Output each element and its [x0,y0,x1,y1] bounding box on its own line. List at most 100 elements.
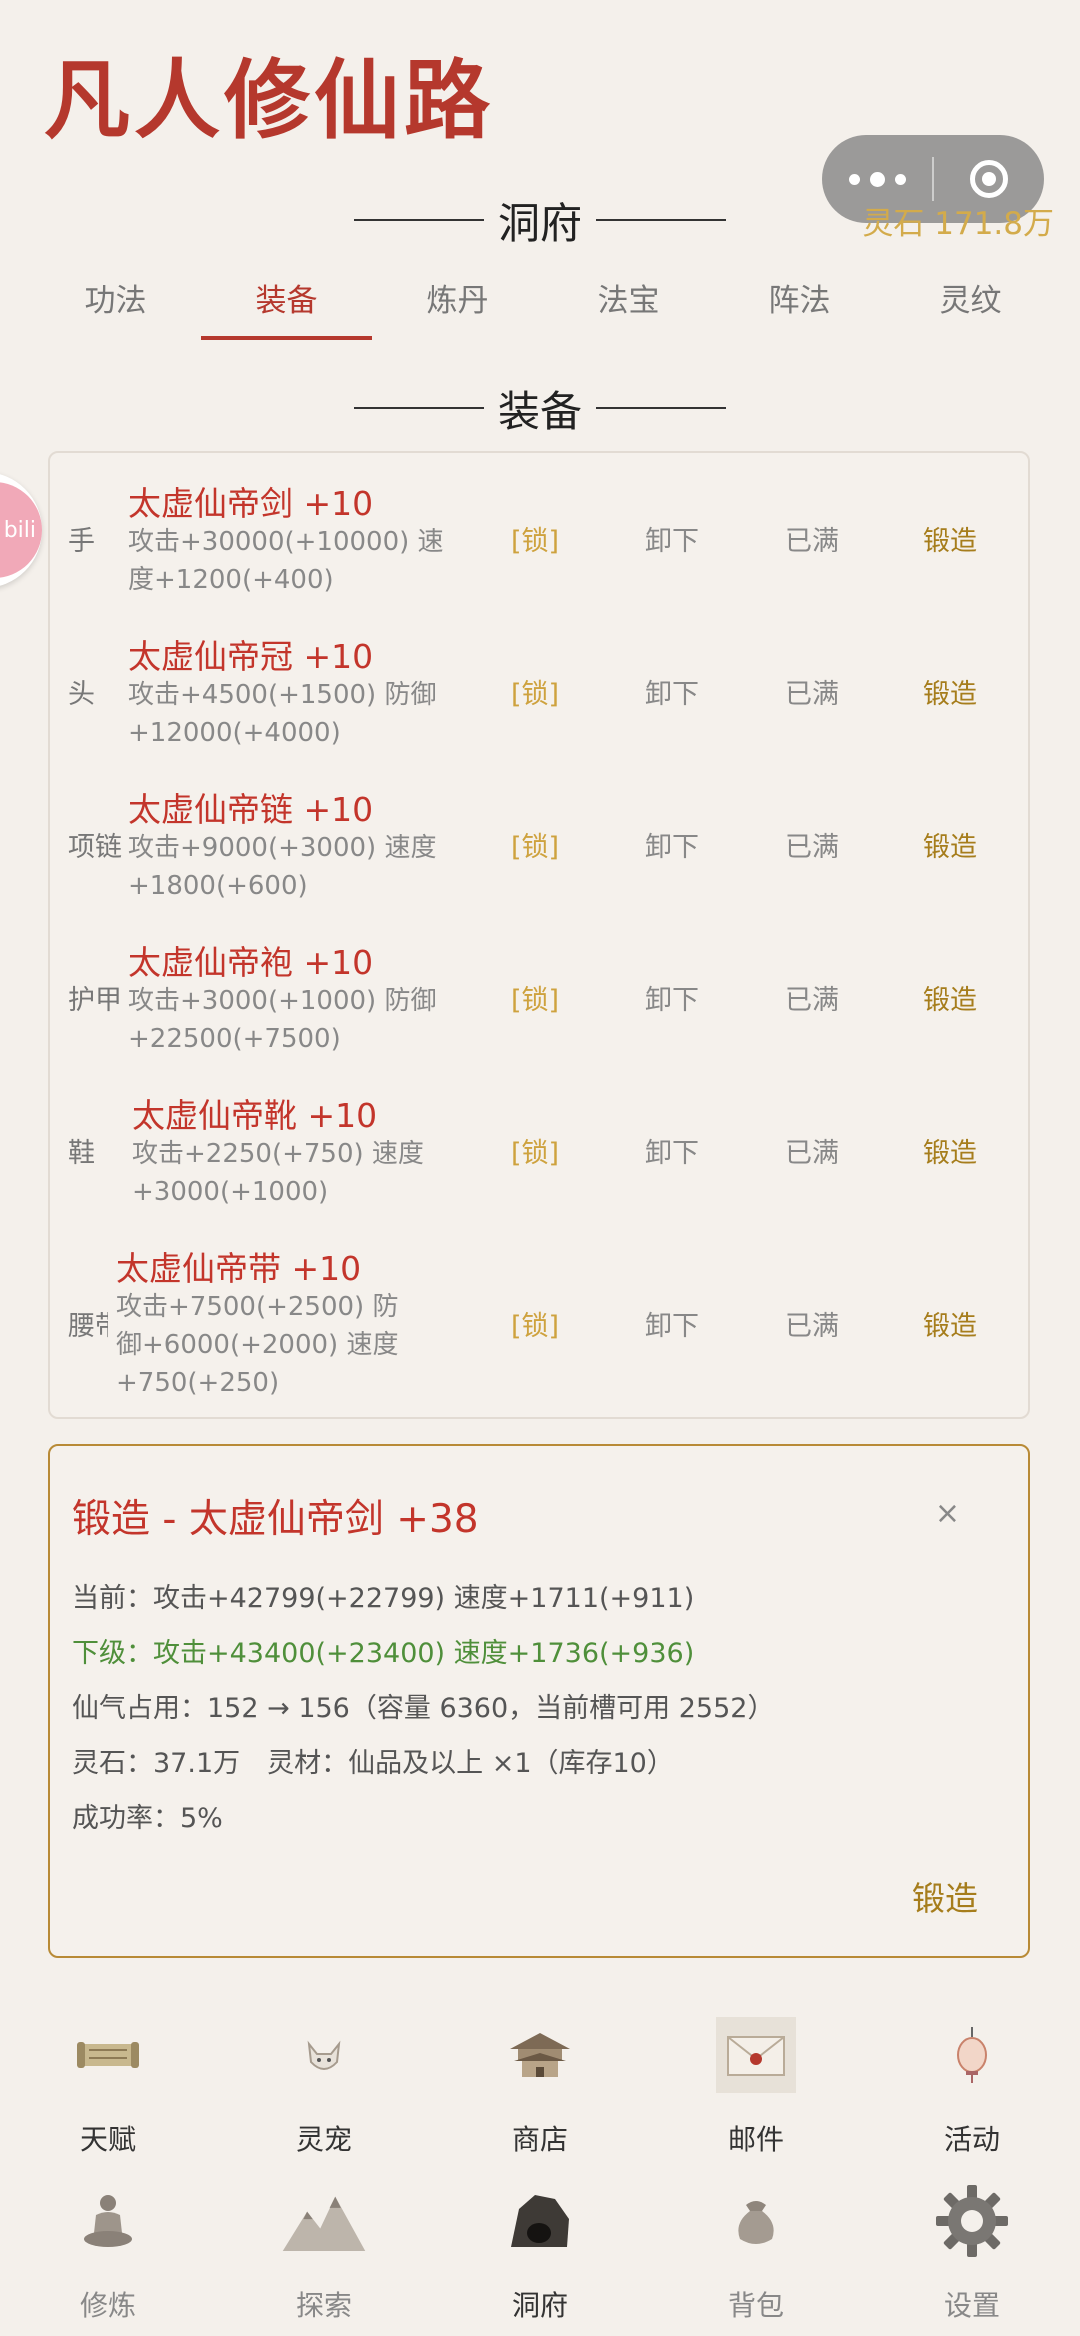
max-status: 已满 [785,679,839,710]
slot-label: 项链 [68,832,122,863]
item-stats: 攻击+3000(+1000) 防御+22500(+7500) [128,986,437,1054]
unequip-button[interactable]: 卸下 [617,672,727,711]
item-name: 太虚仙帝袍 +10 [128,943,374,982]
nav-settings[interactable]: 设置 [864,2176,1080,2336]
nav-row-bottom: 修炼 探索 洞府 背包 设置 [0,2176,1080,2336]
forge-dialog: 锻造 - 太虚仙帝剑 +38 × 当前：攻击+42799(+22799) 速度+… [48,1444,1030,1958]
lock-button[interactable]: [锁] [480,825,590,864]
item-name: 太虚仙帝冠 +10 [128,637,374,676]
equipment-heading-text: 装备 [497,386,582,436]
lock-button[interactable]: [锁] [480,672,590,711]
unequip-button[interactable]: 卸下 [617,825,727,864]
item-stats: 攻击+30000(+10000) 速度+1200(+400) [128,527,444,595]
nav-pet[interactable]: 灵宠 [216,2010,432,2170]
equipment-row: 头 太虚仙帝冠 +10 攻击+4500(+1500) 防御+12000(+400… [50,606,1032,759]
forge-current-stats: 当前：攻击+42799(+22799) 速度+1711(+911) [72,1583,695,1614]
lock-button[interactable]: [锁] [480,1304,590,1343]
nav-explore-label: 探索 [295,2289,352,2322]
nav-talent[interactable]: 天赋 [0,2010,216,2170]
slot-label: 手 [68,526,95,557]
cave-icon [495,2176,585,2266]
nav-bag-label: 背包 [727,2289,784,2322]
nav-explore[interactable]: 探索 [216,2176,432,2336]
nav-cultivate-label: 修炼 [79,2289,136,2322]
forge-cost: 灵石：37.1万 灵材：仙品及以上 ×1（库存10） [72,1748,674,1779]
nav-row-top: 天赋 灵宠 商店 邮件 活动 [0,2010,1080,2170]
forge-button[interactable]: 锻造 [895,825,1005,864]
nav-talent-label: 天赋 [79,2123,136,2156]
lock-button[interactable]: [锁] [480,519,590,558]
close-icon[interactable]: × [935,1496,960,1531]
forge-confirm-button[interactable]: 锻造 [912,1872,978,1920]
nav-bag[interactable]: 背包 [648,2176,864,2336]
forge-button[interactable]: 锻造 [895,1304,1005,1343]
forge-button[interactable]: 锻造 [895,1131,1005,1170]
item-name: 太虚仙帝带 +10 [116,1249,362,1288]
max-status: 已满 [785,526,839,557]
equipment-row: 项链 太虚仙帝链 +10 攻击+9000(+3000) 速度+1800(+600… [50,759,1032,912]
badge-text: bili [0,482,42,578]
max-status: 已满 [785,985,839,1016]
meditation-icon [63,2176,153,2266]
nav-mail[interactable]: 邮件 [648,2010,864,2170]
nav-settings-label: 设置 [943,2289,1000,2322]
tab-equipment[interactable]: 装备 [201,270,372,342]
cave-heading-text: 洞府 [497,198,582,248]
equipment-row: 腰带 太虚仙帝带 +10 攻击+7500(+2500) 防御+6000(+200… [50,1218,1032,1418]
slot-label: 鞋 [68,1138,95,1169]
forge-button[interactable]: 锻造 [895,672,1005,711]
nav-pet-label: 灵宠 [295,2123,352,2156]
tab-treasure[interactable]: 法宝 [543,270,714,342]
slot-label: 头 [68,679,95,710]
forge-title: 锻造 - 太虚仙帝剑 +38 [72,1497,479,1542]
slot-label: 护甲 [68,985,122,1016]
lock-button[interactable]: [锁] [480,978,590,1017]
unequip-button[interactable]: 卸下 [617,519,727,558]
envelope-icon [711,2010,801,2100]
equipment-row: 鞋 太虚仙帝靴 +10 攻击+2250(+750) 速度+3000(+1000)… [50,1065,1032,1218]
tab-gongfa[interactable]: 功法 [30,270,201,342]
gear-icon [927,2176,1017,2266]
max-status: 已满 [785,1311,839,1342]
equipment-row: 手 太虚仙帝剑 +10 攻击+30000(+10000) 速度+1200(+40… [50,453,1032,606]
forge-button[interactable]: 锻造 [895,519,1005,558]
forge-button[interactable]: 锻造 [895,978,1005,1017]
nav-mail-label: 邮件 [727,2123,784,2156]
equipment-heading: 装备 [0,378,1080,438]
tab-alchemy[interactable]: 炼丹 [372,270,543,342]
nav-shop[interactable]: 商店 [432,2010,648,2170]
fox-icon [279,2010,369,2100]
lantern-icon [927,2010,1017,2100]
unequip-button[interactable]: 卸下 [617,1131,727,1170]
bag-icon [711,2176,801,2266]
slot-label: 腰带 [68,1311,108,1342]
nav-event-label: 活动 [943,2123,1000,2156]
nav-cave[interactable]: 洞府 [432,2176,648,2336]
lock-button[interactable]: [锁] [480,1131,590,1170]
scroll-icon [63,2010,153,2100]
item-stats: 攻击+9000(+3000) 速度+1800(+600) [128,833,437,901]
equipment-row: 护甲 太虚仙帝袍 +10 攻击+3000(+1000) 防御+22500(+75… [50,912,1032,1065]
item-stats: 攻击+7500(+2500) 防御+6000(+2000) 速度+750(+25… [116,1292,399,1398]
tab-formation[interactable]: 阵法 [714,270,885,342]
item-stats: 攻击+4500(+1500) 防御+12000(+4000) [128,680,437,748]
cave-heading: 洞府 [0,190,1080,250]
equipment-list: 手 太虚仙帝剑 +10 攻击+30000(+10000) 速度+1200(+40… [48,451,1030,1419]
nav-cultivate[interactable]: 修炼 [0,2176,216,2336]
tab-spirit-pattern[interactable]: 灵纹 [885,270,1056,342]
nav-event[interactable]: 活动 [864,2010,1080,2170]
mountain-icon [279,2176,369,2266]
unequip-button[interactable]: 卸下 [617,978,727,1017]
cave-tabs: 功法 装备 炼丹 法宝 阵法 灵纹 [30,270,1056,342]
forge-next-stats: 下级：攻击+43400(+23400) 速度+1736(+936) [72,1638,695,1669]
max-status: 已满 [785,1138,839,1169]
floating-avatar-badge[interactable]: bili [0,472,42,588]
item-name: 太虚仙帝靴 +10 [132,1096,378,1135]
forge-qi-usage: 仙气占用：152 → 156（容量 6360，当前槽可用 2552） [72,1693,775,1724]
nav-cave-label: 洞府 [511,2289,568,2322]
unequip-button[interactable]: 卸下 [617,1304,727,1343]
item-stats: 攻击+2250(+750) 速度+3000(+1000) [132,1139,424,1207]
forge-success-rate: 成功率：5% [72,1803,223,1834]
app-title: 凡人修仙路 [44,50,494,151]
item-name: 太虚仙帝链 +10 [128,790,374,829]
